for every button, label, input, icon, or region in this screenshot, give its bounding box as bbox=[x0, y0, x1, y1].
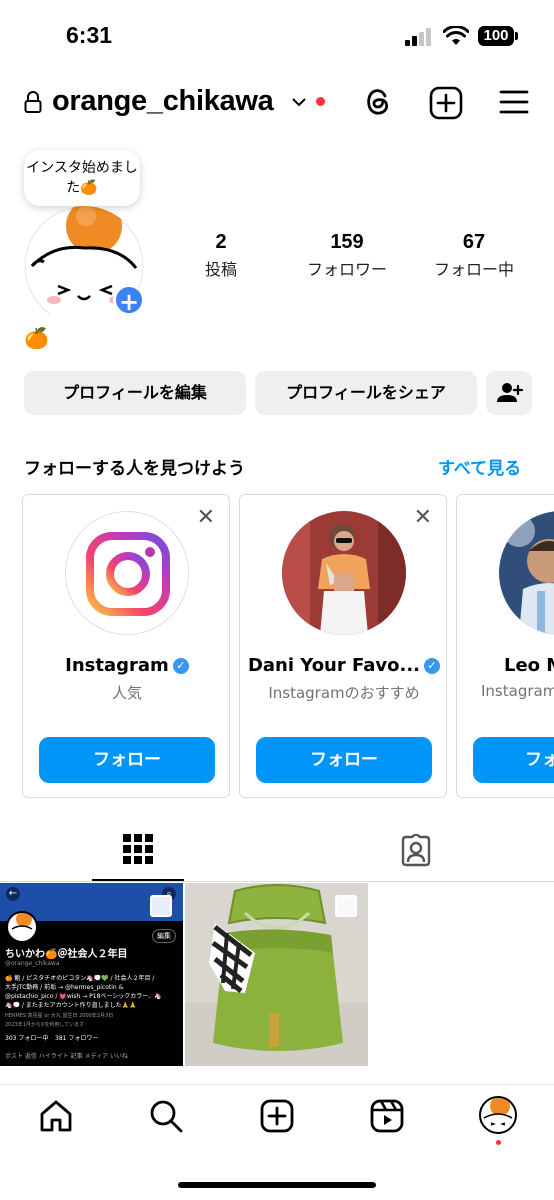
suggestion-name: Instagram ✓ bbox=[23, 655, 229, 676]
suggestion-card[interactable]: ✕ Dani Your Favo... ✓ Instagramのおすすめ フォロー bbox=[239, 494, 447, 798]
multi-post-icon bbox=[150, 895, 172, 917]
stat-following[interactable]: 67 フォロー中 bbox=[419, 231, 529, 280]
suggestion-subtitle: Instagram bbox=[481, 682, 554, 700]
suggestion-subtitle: Instagramのおすすめ bbox=[268, 684, 420, 702]
discover-people-button[interactable] bbox=[486, 371, 532, 415]
back-arrow-icon: ← bbox=[6, 887, 20, 901]
grid-divider bbox=[0, 881, 554, 882]
close-icon[interactable]: ✕ bbox=[197, 505, 215, 530]
edit-profile-button[interactable]: プロフィールを編集 bbox=[24, 371, 246, 415]
follow-button[interactable]: フォ bbox=[473, 737, 554, 783]
grid-icon bbox=[123, 834, 153, 864]
verified-badge-icon: ✓ bbox=[172, 658, 189, 674]
battery-indicator: 100 bbox=[478, 26, 514, 46]
account-username[interactable]: orange_chikawa bbox=[52, 85, 274, 118]
home-icon[interactable] bbox=[38, 1098, 74, 1134]
follow-button[interactable]: フォロー bbox=[39, 737, 215, 783]
post-edit-button: 編集 bbox=[152, 929, 176, 943]
see-all-link[interactable]: すべて見る bbox=[438, 454, 521, 479]
post-thumbnail[interactable]: ← ⌕ 編集 ちいかわ🍊＠社会人２年目 @orange_chikawa 🍊 鮨 … bbox=[0, 883, 183, 1066]
tagged-person-icon bbox=[401, 834, 431, 867]
suggestion-card[interactable]: ✕ Instagram ✓ 人気 フォロー bbox=[22, 494, 230, 798]
share-profile-button[interactable]: プロフィールをシェア bbox=[255, 371, 477, 415]
chevron-down-icon[interactable] bbox=[291, 96, 307, 108]
bottom-nav-divider bbox=[0, 1084, 554, 1085]
posts-grid-tab[interactable] bbox=[122, 833, 154, 865]
post-bio-line: 🍊 鮨 / ピスタチオのピコタン🦄💭💚 / 社会人２年目 / bbox=[5, 975, 155, 982]
stat-following-value: 67 bbox=[462, 231, 486, 253]
follow-button[interactable]: フォロー bbox=[256, 737, 432, 783]
post-bio-line: 大手JTC勤務 / 前垢 → @hermes_picotin & bbox=[5, 984, 124, 991]
profile-tab-avatar[interactable] bbox=[479, 1096, 517, 1134]
suggestion-avatar[interactable] bbox=[65, 511, 189, 635]
post-thumbnail[interactable] bbox=[185, 883, 368, 1066]
post-following-count: 303 フォロー中 bbox=[5, 1035, 49, 1042]
suggestion-name-text: Dani Your Favo... bbox=[247, 655, 421, 676]
post-avatar bbox=[6, 911, 38, 943]
follow-button-label: フォ bbox=[525, 750, 554, 770]
suggestion-name: Leo M bbox=[504, 655, 554, 676]
suggestion-name-text: Instagram bbox=[65, 655, 169, 676]
status-time: 6:31 bbox=[66, 22, 113, 48]
stat-following-label: フォロー中 bbox=[433, 260, 514, 279]
post-tabs: ポスト 返信 ハイライト 記事 メディア いいね bbox=[5, 1053, 128, 1060]
post-bio-line: @pistachio_pico / 💓wish → P18ベーシックカラー、🦄 bbox=[5, 993, 162, 1000]
post-meta-line: HERMES 高島屋 or 大丸 誕生日 2000年3月3日 bbox=[5, 1013, 114, 1019]
stat-followers-value: 159 bbox=[330, 231, 364, 253]
post-handle: @orange_chikawa bbox=[5, 960, 60, 967]
home-indicator bbox=[178, 1182, 376, 1188]
suggestion-card[interactable]: Leo M Instagram フォ bbox=[456, 494, 554, 798]
lock-icon bbox=[24, 91, 42, 113]
verified-badge-icon: ✓ bbox=[424, 658, 441, 674]
stat-posts-value: 2 bbox=[215, 231, 227, 253]
battery-tip bbox=[515, 32, 518, 40]
stat-followers[interactable]: 159 フォロワー bbox=[292, 231, 402, 280]
post-follower-count: 381 フォロワー bbox=[55, 1035, 99, 1042]
stat-posts[interactable]: 2 投稿 bbox=[166, 231, 276, 280]
reels-icon[interactable] bbox=[369, 1098, 405, 1134]
suggestions-title: フォローする人を見つけよう bbox=[24, 459, 245, 479]
multi-post-icon bbox=[335, 895, 357, 917]
signal-icon bbox=[405, 28, 433, 46]
post-display-name: ちいかわ🍊＠社会人２年目 bbox=[5, 949, 128, 960]
suggestion-avatar[interactable] bbox=[499, 511, 554, 635]
wifi-icon bbox=[443, 26, 469, 46]
stat-followers-label: フォロワー bbox=[306, 260, 387, 279]
suggestion-name: Dani Your Favo... ✓ bbox=[240, 655, 446, 676]
profile-notification-dot bbox=[496, 1140, 501, 1145]
bio-emoji: 🍊 bbox=[24, 326, 49, 350]
create-icon[interactable] bbox=[429, 86, 463, 120]
suggestion-subtitle: 人気 bbox=[111, 684, 142, 702]
profile-note-bubble[interactable]: インスタ始めました🍊 bbox=[24, 150, 140, 206]
menu-icon[interactable] bbox=[499, 89, 529, 115]
post-bio-line: 🦄💭 / またまたアカウント作り直しました🙏🙏 bbox=[5, 1002, 137, 1009]
notification-dot bbox=[316, 97, 325, 106]
search-icon[interactable] bbox=[148, 1098, 184, 1134]
add-story-button[interactable]: + bbox=[113, 284, 145, 316]
post-meta-line: 2023年1月からXを利用しています bbox=[5, 1022, 85, 1028]
suggestion-avatar[interactable] bbox=[282, 511, 406, 635]
close-icon[interactable]: ✕ bbox=[414, 505, 432, 530]
add-person-icon bbox=[497, 383, 524, 402]
threads-icon[interactable] bbox=[362, 86, 394, 118]
stat-posts-label: 投稿 bbox=[204, 260, 237, 279]
tagged-tab[interactable] bbox=[399, 834, 433, 868]
create-post-icon[interactable] bbox=[259, 1098, 295, 1134]
